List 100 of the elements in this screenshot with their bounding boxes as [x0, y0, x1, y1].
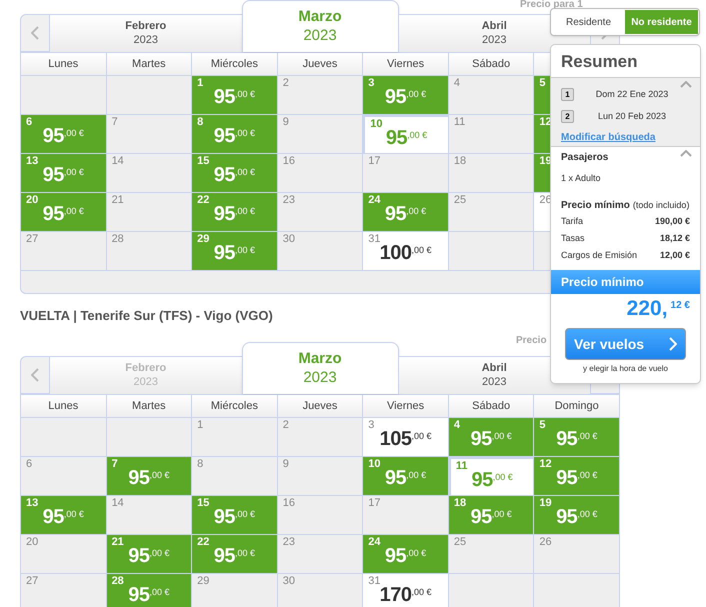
month-year: 2023 — [303, 26, 337, 46]
day-number: 14 — [112, 155, 125, 168]
day-number: 10 — [370, 118, 384, 131]
day-number: 9 — [282, 116, 290, 129]
day-number: 3 — [368, 77, 376, 90]
month-year: 2023 — [482, 376, 506, 390]
day-number: 16 — [282, 497, 296, 510]
price-row-value: 18,12 € — [660, 232, 690, 245]
day-number: 22 — [197, 194, 210, 207]
day-number: 1 — [197, 77, 204, 90]
collapse-button[interactable] — [680, 150, 692, 156]
day-number: 3 — [368, 419, 376, 432]
fare-option[interactable]: No residente — [625, 10, 698, 34]
chevron-left-icon — [31, 368, 39, 382]
day-number: 17 — [368, 155, 382, 168]
modify-search-link[interactable]: Modificar búsqueda — [561, 130, 690, 144]
day-number: 27 — [26, 575, 40, 588]
chevron-right-icon — [669, 337, 677, 351]
day-number: 25 — [454, 194, 468, 207]
weekday-header: Miércoles — [192, 53, 278, 76]
see-flights-button[interactable]: Ver vuelos — [565, 328, 686, 360]
day-number: 11 — [454, 116, 466, 129]
month-year: 2023 — [134, 376, 158, 390]
day-number: 1 — [197, 419, 204, 432]
day-number: 5 — [539, 419, 547, 432]
day-number: 31 — [368, 233, 382, 245]
day-number: 16 — [282, 155, 296, 168]
day-number: 29 — [197, 575, 210, 588]
passengers-count: 1 x Adulto — [561, 172, 602, 184]
day-number: 18 — [454, 155, 468, 168]
day-number: 28 — [112, 233, 125, 246]
month-name: Abril — [482, 20, 507, 34]
flight-date: Lun 20 Feb 2023 — [596, 110, 668, 123]
caret-icon — [680, 80, 692, 88]
weekday-header: Martes — [106, 395, 192, 418]
weekday-header: Martes — [106, 53, 192, 76]
total-title: Precio mínimo — [561, 274, 644, 291]
month-year: 2023 — [303, 368, 337, 388]
previous-month-button[interactable] — [20, 356, 50, 394]
weekday-header: Miércoles — [192, 395, 278, 418]
day-number: 10 — [368, 458, 382, 471]
collapse-button[interactable] — [680, 80, 692, 88]
month-name: Abril — [482, 362, 507, 376]
route-title: VUELTA | Tenerife Sur (TFS) - Vigo (VGO) — [20, 307, 273, 322]
day-number: 17 — [368, 497, 382, 510]
month-name: Febrero — [125, 20, 166, 34]
price-row-label: Cargos de Emisión — [561, 248, 638, 262]
day-number: 15 — [197, 497, 210, 510]
month-name: Marzo — [298, 350, 342, 368]
day-number: 20 — [26, 536, 40, 549]
day-number: 8 — [197, 458, 204, 471]
day-number: 23 — [282, 194, 296, 207]
day-number: 21 — [112, 194, 125, 207]
day-number: 13 — [26, 155, 40, 168]
weekday-header: Lunes — [21, 53, 107, 76]
day-number: 20 — [26, 194, 40, 207]
day-number: 23 — [282, 536, 296, 549]
flight-number-badge: 1 — [561, 88, 574, 101]
day-number: 8 — [197, 116, 204, 129]
weekday-header: Jueves — [278, 395, 364, 418]
price-row-value: 12,00 € — [660, 248, 690, 262]
day-number: 2 — [282, 77, 290, 90]
day-number: 4 — [454, 77, 461, 90]
day-number: 2 — [282, 419, 290, 432]
day-number: 7 — [112, 116, 119, 129]
day-number: 6 — [26, 116, 34, 129]
day-number: 4 — [454, 419, 461, 432]
day-number: 13 — [26, 497, 40, 510]
day-number: 15 — [197, 155, 210, 168]
weekday-header: Domingo — [534, 395, 620, 418]
month-year: 2023 — [134, 34, 158, 48]
day-number: 27 — [26, 233, 40, 246]
weekday-header: Viernes — [363, 53, 449, 76]
breakdown-note: (todo incluido) — [632, 199, 690, 212]
day-number: 5 — [539, 77, 547, 90]
weekday-header: Jueves — [278, 53, 364, 76]
day-number: 6 — [26, 458, 34, 471]
day-number: 14 — [112, 497, 125, 510]
caret-icon — [680, 150, 692, 156]
previous-month-button[interactable] — [20, 14, 50, 52]
day-number: 25 — [454, 536, 468, 549]
day-number: 24 — [368, 194, 382, 207]
month-tab[interactable]: Marzo 2023 — [242, 342, 398, 394]
month-name: Marzo — [298, 8, 342, 26]
day-number: 19 — [539, 497, 553, 510]
day-number: 26 — [539, 536, 553, 549]
price-row-value: 190,00 € — [654, 214, 690, 228]
day-number: 31 — [368, 575, 382, 587]
month-tab[interactable]: Marzo 2023 — [242, 0, 398, 52]
flight-date: Dom 22 Ene 2023 — [594, 88, 670, 101]
day-number: 11 — [456, 460, 468, 473]
price-note: Precio para 1 — [520, 0, 583, 10]
breakdown-title: Precio mínimo — [561, 199, 630, 213]
chevron-left-icon — [31, 26, 39, 40]
weekday-header: Lunes — [21, 395, 107, 418]
day-number: 9 — [282, 458, 290, 471]
day-number: 30 — [282, 575, 296, 588]
flight-number-badge: 2 — [561, 110, 574, 123]
month-tab[interactable]: Febrero 2023 — [50, 14, 242, 52]
day-number: 7 — [112, 458, 119, 471]
